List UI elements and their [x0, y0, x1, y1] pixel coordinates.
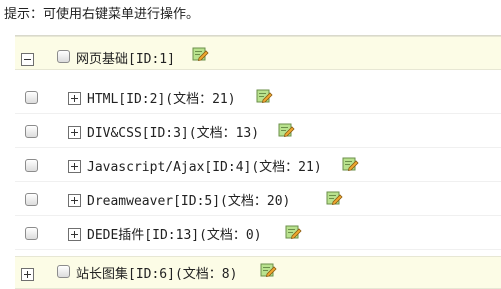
row-checkbox[interactable]	[57, 50, 70, 63]
tree-row: DEDE插件[ID:13](文档：0)	[15, 216, 501, 250]
expand-icon[interactable]	[68, 194, 81, 207]
edit-icon[interactable]	[278, 121, 295, 138]
row-checkbox[interactable]	[25, 227, 38, 240]
edit-icon[interactable]	[256, 87, 273, 104]
tree-row: DIV&CSS[ID:3](文档：13)	[15, 114, 501, 148]
edit-icon[interactable]	[326, 189, 343, 206]
row-checkbox[interactable]	[25, 159, 38, 172]
row-checkbox[interactable]	[57, 265, 70, 278]
tree-row: HTML[ID:2](文档：21)	[15, 80, 501, 114]
category-label[interactable]: HTML[ID:2](文档：21)	[87, 92, 236, 108]
collapse-icon[interactable]	[21, 53, 34, 66]
edit-icon[interactable]	[260, 261, 277, 278]
expand-icon[interactable]	[68, 92, 81, 105]
category-label[interactable]: DEDE插件[ID:13](文档：0)	[87, 228, 262, 244]
edit-icon[interactable]	[192, 45, 209, 62]
hint-text: 提示：可使用右键菜单进行操作。	[4, 7, 200, 22]
edit-icon[interactable]	[285, 223, 302, 240]
category-label[interactable]: DIV&CSS[ID:3](文档：13)	[87, 126, 259, 142]
row-checkbox[interactable]	[25, 125, 38, 138]
tree-row-root: 网页基础[ID:1]	[15, 36, 501, 70]
category-label[interactable]: Javascript/Ajax[ID:4](文档：21)	[87, 160, 322, 176]
expand-icon[interactable]	[68, 228, 81, 241]
expand-icon[interactable]	[21, 268, 34, 281]
row-checkbox[interactable]	[25, 91, 38, 104]
category-label[interactable]: 站长图集[ID:6](文档：8)	[76, 267, 237, 283]
tree-row: Dreamweaver[ID:5](文档：20)	[15, 182, 501, 216]
category-label[interactable]: Dreamweaver[ID:5](文档：20)	[87, 194, 290, 210]
edit-icon[interactable]	[342, 155, 359, 172]
tree-row: Javascript/Ajax[ID:4](文档：21)	[15, 148, 501, 182]
expand-icon[interactable]	[68, 160, 81, 173]
tree-row-sibling: 站长图集[ID:6](文档：8)	[15, 256, 501, 289]
row-checkbox[interactable]	[25, 193, 38, 206]
category-label[interactable]: 网页基础[ID:1]	[76, 52, 175, 68]
expand-icon[interactable]	[68, 126, 81, 139]
